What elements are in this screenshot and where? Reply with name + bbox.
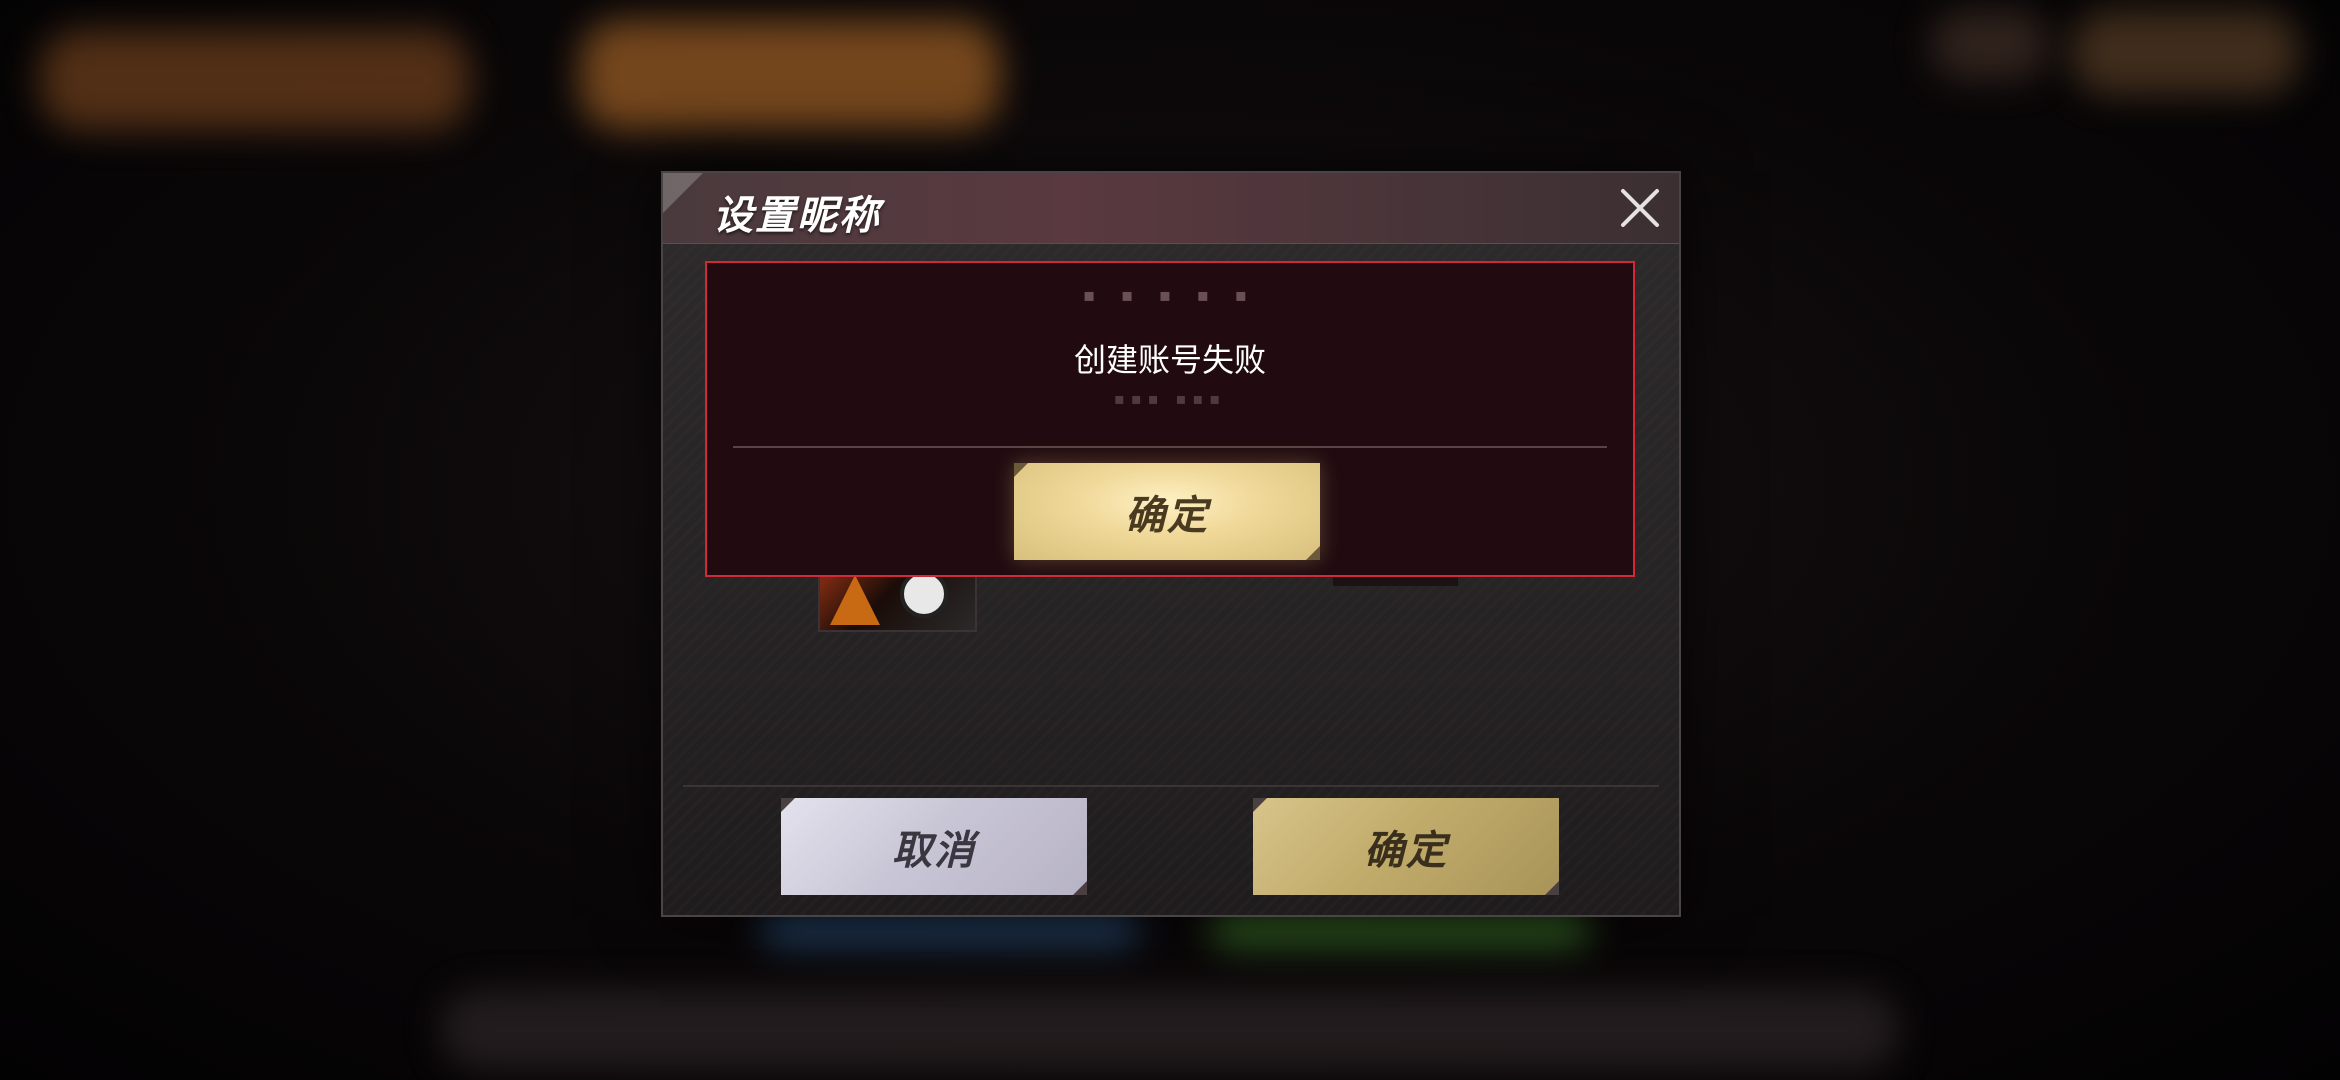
- close-button[interactable]: [1613, 181, 1667, 235]
- button-corner-bottom-right: [1545, 881, 1559, 895]
- error-faint-text-bottom: ▪▪▪ ▪▪▪: [1113, 389, 1227, 408]
- close-icon: [1621, 189, 1659, 227]
- confirm-button-label: 确定: [1364, 827, 1448, 874]
- button-corner-top-left: [781, 798, 795, 812]
- game-scene: 设置昵称 取消 确定 ▪ ▪ ▪ ▪ ▪ 创建账号失败 ▪▪▪ ▪▪▪ 确定: [0, 0, 2340, 1080]
- avatar-art-shape: [830, 575, 880, 625]
- blurred-hud-center-left: [580, 20, 1000, 130]
- error-confirm-button[interactable]: 确定: [1014, 463, 1320, 560]
- blurred-bottom-bar: [440, 990, 1900, 1070]
- footer-divider: [683, 785, 1659, 787]
- button-corner-top-left: [1014, 463, 1028, 477]
- blurred-hud-right: [2070, 10, 2300, 95]
- button-corner-top-left: [1253, 798, 1267, 812]
- avatar-art-mask: [900, 570, 948, 618]
- header-corner-decoration: [663, 173, 703, 213]
- cancel-button-label: 取消: [892, 827, 976, 874]
- blurred-hud-left: [40, 30, 470, 130]
- confirm-button[interactable]: 确定: [1253, 798, 1559, 895]
- error-popup: ▪ ▪ ▪ ▪ ▪ 创建账号失败 ▪▪▪ ▪▪▪ 确定: [705, 261, 1635, 577]
- blurred-hud-right-icon: [1930, 10, 2050, 80]
- dialog-header: 设置昵称: [663, 173, 1679, 244]
- error-faint-text-top: ▪ ▪ ▪ ▪ ▪: [1083, 285, 1257, 306]
- button-corner-bottom-right: [1306, 546, 1320, 560]
- dialog-title: 设置昵称: [713, 193, 881, 239]
- cancel-button[interactable]: 取消: [781, 798, 1087, 895]
- button-corner-bottom-right: [1073, 881, 1087, 895]
- error-confirm-label: 确定: [1125, 492, 1209, 539]
- error-message: 创建账号失败: [1073, 341, 1266, 379]
- error-divider: [733, 446, 1607, 448]
